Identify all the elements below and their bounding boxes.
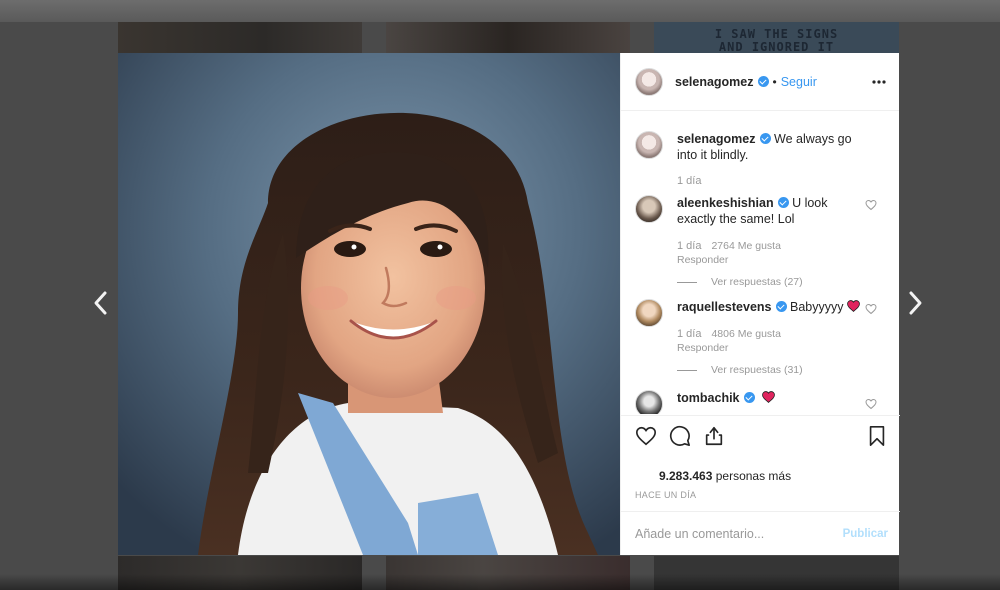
- comment-meta: 1 día 2764 Me gusta: [677, 240, 869, 252]
- comment-input[interactable]: [635, 526, 843, 541]
- verified-badge-icon: [777, 197, 789, 208]
- view-replies-button[interactable]: Ver respuestas (31): [677, 364, 869, 376]
- view-replies-button[interactable]: Ver respuestas (27): [677, 276, 869, 288]
- view-replies-label: Ver respuestas (31): [711, 364, 803, 376]
- list-item: tombachik: [635, 390, 887, 414]
- comment-username[interactable]: raquellestevens: [677, 300, 772, 314]
- comment-bubble-icon: [669, 425, 690, 446]
- reply-button[interactable]: Responder: [677, 254, 869, 266]
- publish-button[interactable]: Publicar: [843, 528, 888, 540]
- share-button[interactable]: [703, 425, 725, 447]
- post-sidebar: selenagomez • Seguir selenagomez We alwa…: [620, 53, 900, 555]
- verified-badge-icon: [759, 133, 771, 144]
- like-comment-heart-icon[interactable]: [865, 199, 877, 211]
- child-portrait-image: [118, 53, 620, 555]
- comment-age[interactable]: 1 día: [677, 240, 701, 252]
- post-header: selenagomez • Seguir: [621, 53, 899, 111]
- comment-username[interactable]: aleenkeshishian: [677, 196, 774, 210]
- list-item: aleenkeshishian U look exactly the same!…: [635, 195, 887, 288]
- comment-body: Babyyyyy: [789, 300, 844, 314]
- commenter-avatar[interactable]: [635, 390, 663, 414]
- author-avatar[interactable]: [635, 67, 663, 96]
- replies-divider: [677, 369, 697, 371]
- like-button[interactable]: [635, 425, 657, 447]
- comment-age[interactable]: 1 día: [677, 328, 701, 340]
- bookmark-icon: [869, 425, 885, 446]
- post-timestamp[interactable]: HACE UN DÍA: [635, 490, 696, 500]
- follow-button[interactable]: Seguir: [781, 75, 817, 89]
- heart-icon: [636, 426, 656, 445]
- comment-username[interactable]: tombachik: [677, 391, 740, 405]
- header-separator: •: [772, 74, 777, 89]
- reply-button[interactable]: Responder: [677, 342, 869, 354]
- likes-suffix: personas más: [715, 469, 792, 483]
- comment-text: tombachik: [677, 390, 869, 406]
- comment-text: aleenkeshishian U look exactly the same!…: [677, 195, 869, 227]
- more-options-button[interactable]: [872, 73, 886, 90]
- post-modal: selenagomez • Seguir selenagomez We alwa…: [118, 53, 900, 555]
- like-comment-heart-icon[interactable]: [865, 398, 877, 410]
- caption-avatar[interactable]: [635, 131, 663, 159]
- backdrop-shadow: [0, 574, 1000, 590]
- share-icon: [705, 426, 723, 445]
- more-dots-icon: [872, 80, 886, 84]
- verified-badge-icon: [743, 392, 755, 403]
- red-heart-emoji-icon: [762, 391, 775, 403]
- caption-age[interactable]: 1 día: [677, 175, 701, 187]
- commenter-avatar[interactable]: [635, 299, 663, 327]
- verified-badge-icon: [775, 301, 787, 312]
- thumbnail-sign-text: I SAW THE SIGNS AND IGNORED IT: [714, 27, 839, 54]
- post-photo[interactable]: [118, 53, 620, 555]
- list-item: raquellestevens Babyyyyy 1 día 4806 Me g…: [635, 299, 887, 376]
- grid-thumbnail[interactable]: [386, 22, 630, 54]
- like-comment-heart-icon[interactable]: [865, 303, 877, 315]
- likes-number: 9.283.463: [659, 469, 713, 483]
- verified-badge-icon: [757, 76, 769, 87]
- comment-meta: 1 día 4806 Me gusta: [677, 328, 869, 340]
- comment-text: raquellestevens Babyyyyy: [677, 299, 869, 315]
- grid-thumbnail[interactable]: [118, 22, 362, 54]
- backdrop-top-bar: [0, 0, 1000, 22]
- save-button[interactable]: [866, 425, 888, 447]
- view-replies-label: Ver respuestas (27): [711, 276, 803, 288]
- red-heart-emoji-icon: [847, 300, 860, 312]
- grid-thumbnail[interactable]: I SAW THE SIGNS AND IGNORED IT: [654, 22, 899, 54]
- comments-list[interactable]: selenagomez We always go into it blindly…: [621, 112, 900, 414]
- likes-count[interactable]: 9.283.463 personas más: [659, 469, 791, 483]
- post-actions-bar: [621, 415, 900, 455]
- add-comment-bar: Publicar: [621, 511, 900, 555]
- author-username[interactable]: selenagomez: [675, 75, 754, 89]
- caption-username[interactable]: selenagomez: [677, 132, 756, 146]
- comment-button[interactable]: [669, 425, 691, 447]
- commenter-avatar[interactable]: [635, 195, 663, 223]
- chevron-left-icon: [94, 291, 107, 315]
- comment-likes[interactable]: 4806 Me gusta: [711, 328, 780, 340]
- next-post-button[interactable]: [900, 290, 930, 320]
- post-caption: selenagomez We always go into it blindly…: [635, 131, 887, 187]
- caption-text: selenagomez We always go into it blindly…: [677, 131, 869, 163]
- chevron-right-icon: [909, 291, 922, 315]
- replies-divider: [677, 281, 697, 283]
- comment-likes[interactable]: 2764 Me gusta: [711, 240, 780, 252]
- previous-post-button[interactable]: [86, 290, 116, 320]
- caption-meta: 1 día: [677, 175, 869, 187]
